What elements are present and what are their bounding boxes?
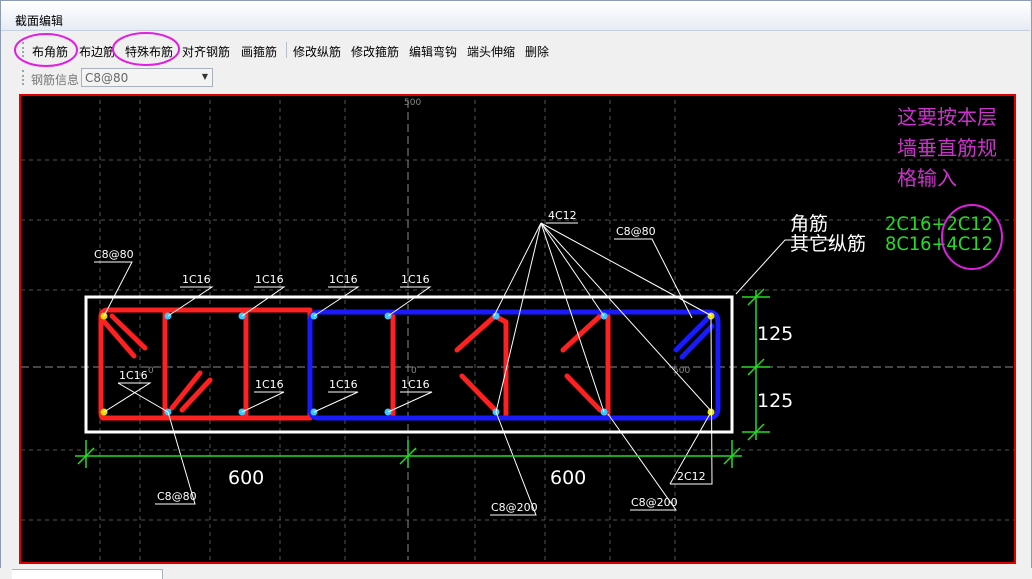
special-bar-layout-button[interactable]: 特殊布筋	[125, 43, 173, 60]
corner-bar-label: 角筋	[790, 213, 828, 235]
align-bars-button[interactable]: 对齐钢筋	[182, 43, 230, 60]
dim-600-left: 600	[228, 467, 264, 489]
label-1c16-c: 1C16	[329, 273, 358, 286]
left-axis-tick: 0	[148, 366, 154, 376]
leader-lines	[94, 222, 835, 516]
center-axis-tick: 0	[411, 366, 417, 376]
rebar-info-dropdown[interactable]: C8@80 ▼	[81, 68, 213, 87]
end-extend-button[interactable]: 端头伸缩	[467, 43, 515, 60]
dim-125-top: 125	[757, 323, 793, 345]
rebar-info-value: C8@80	[85, 71, 129, 85]
annotation-line-2: 墙垂直筋规	[897, 136, 997, 160]
chevron-down-icon: ▼	[201, 72, 208, 81]
red-stirrups[interactable]	[98, 307, 611, 421]
edit-hook-button[interactable]: 编辑弯钩	[409, 43, 457, 60]
label-1c16-a: 1C16	[182, 273, 211, 286]
label-1c16-e: 1C16	[255, 378, 284, 391]
place-edge-bar-button[interactable]: 布边筋	[79, 43, 115, 60]
toolbar-separator	[286, 42, 287, 58]
label-1c16-b: 1C16	[255, 273, 284, 286]
label-c8-80-top: C8@80	[94, 248, 134, 261]
label-c8-200-a: C8@200	[491, 501, 538, 514]
toolbar-grip[interactable]	[22, 42, 27, 57]
window-title: 截面编辑	[15, 14, 64, 28]
corner-bar-value[interactable]: 2C16+2C12	[885, 213, 993, 235]
place-corner-bar-button[interactable]: 布角筋	[32, 43, 68, 60]
label-1c16-d: 1C16	[401, 273, 430, 286]
label-c8-80-bottom: C8@80	[157, 490, 197, 503]
label-4c12: 4C12	[548, 209, 577, 222]
section-drawing[interactable]: 500 500 0 0 C8@80 1C16 1C16 1C16 1C16 1C…	[21, 96, 1014, 562]
delete-button[interactable]: 删除	[525, 43, 549, 60]
other-bar-label: 其它纵筋	[790, 233, 866, 255]
annotation-line-3: 格输入	[897, 166, 957, 190]
dim-600-right: 600	[550, 467, 586, 489]
rebar-info-label: 钢筋信息	[31, 73, 80, 87]
modify-stirrup-button[interactable]: 修改箍筋	[351, 43, 399, 60]
title-bar: 截面编辑	[1, 1, 1030, 31]
rebar-info-row: 钢筋信息 C8@80 ▼	[1, 66, 1030, 90]
dim-125-bottom: 125	[757, 390, 793, 412]
annotation-line-1: 这要按本层	[897, 105, 997, 129]
label-2c12: 2C12	[677, 470, 706, 483]
blue-stirrup[interactable]	[307, 309, 721, 421]
mid-axis-tick: 500	[673, 366, 690, 376]
label-1c16-g: 1C16	[401, 378, 430, 391]
drawing-canvas[interactable]: 500 500 0 0 C8@80 1C16 1C16 1C16 1C16 1C…	[19, 94, 1016, 564]
label-c8-80-right: C8@80	[616, 225, 656, 238]
modify-longitudinal-bar-button[interactable]: 修改纵筋	[293, 43, 341, 60]
toolbar: 布角筋 布边筋 特殊布筋 对齐钢筋 画箍筋 修改纵筋 修改箍筋 编辑弯钩 端头伸…	[1, 37, 1030, 63]
info-toolbar-grip[interactable]	[22, 70, 27, 85]
label-1c16-f: 1C16	[329, 378, 358, 391]
other-bar-value[interactable]: 8C16+4C12	[885, 233, 993, 255]
draw-stirrup-button[interactable]: 画箍筋	[241, 43, 277, 60]
top-axis-tick: 500	[404, 98, 421, 108]
label-1c16-left: 1C16	[119, 369, 148, 382]
label-c8-200-b: C8@200	[631, 496, 678, 509]
